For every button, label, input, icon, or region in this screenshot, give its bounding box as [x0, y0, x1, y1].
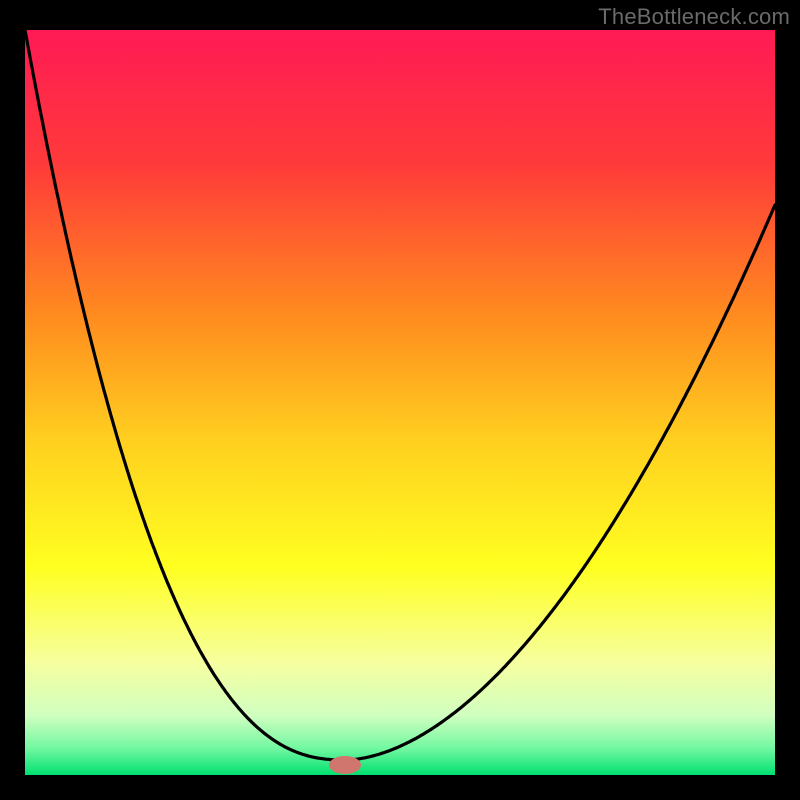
chart-frame: TheBottleneck.com: [0, 0, 800, 800]
optimum-marker: [329, 756, 361, 774]
chart-svg: [0, 0, 800, 800]
plot-background: [25, 30, 775, 775]
